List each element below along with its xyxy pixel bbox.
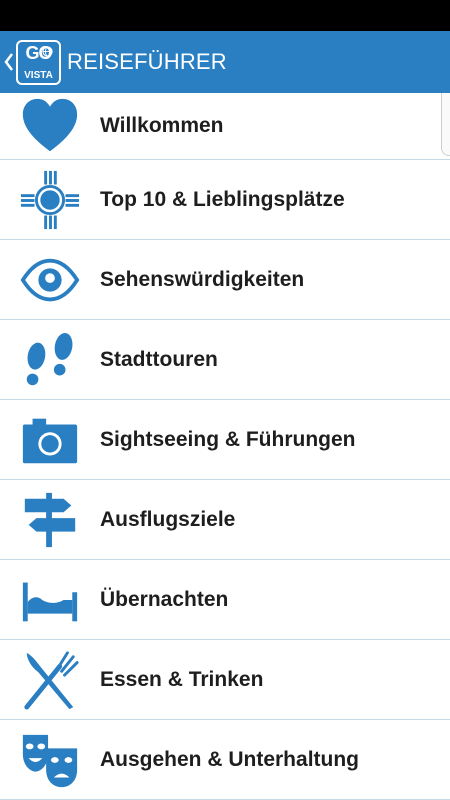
menu-item-willkommen[interactable]: Willkommen xyxy=(0,93,450,160)
back-button[interactable]: GO VISTA xyxy=(0,31,61,93)
sun-symbol-icon xyxy=(0,169,100,231)
scroll-indicator[interactable] xyxy=(441,93,450,156)
menu-item-label: Sightseeing & Führungen xyxy=(100,427,356,451)
heart-icon xyxy=(0,95,100,157)
menu-item-ausgehen[interactable]: Ausgehen & Unterhaltung xyxy=(0,720,450,800)
logo-vista-text: VISTA xyxy=(24,69,53,81)
menu-item-sehenswuerdigkeiten[interactable]: Sehenswürdigkeiten xyxy=(0,240,450,320)
camera-icon xyxy=(0,409,100,471)
globe-icon xyxy=(42,45,53,57)
menu-item-label: Stadttouren xyxy=(100,347,218,371)
theater-masks-icon xyxy=(0,729,100,791)
footprints-icon xyxy=(0,329,100,391)
bed-icon xyxy=(0,569,100,631)
menu-item-label: Sehenswürdigkeiten xyxy=(100,267,305,291)
menu-item-label: Willkommen xyxy=(100,114,224,137)
menu-item-essen-trinken[interactable]: Essen & Trinken xyxy=(0,640,450,720)
status-bar xyxy=(0,0,450,31)
menu-item-label: Ausflugsziele xyxy=(100,507,236,531)
menu-item-label: Top 10 & Lieblingsplätze xyxy=(100,187,345,211)
menu-item-top10[interactable]: Top 10 & Lieblingsplätze xyxy=(0,160,450,240)
menu-item-uebernachten[interactable]: Übernachten xyxy=(0,560,450,640)
menu-list: Willkommen Top 10 & Lieblingsplätze Sehe… xyxy=(0,93,450,800)
menu-item-ausflugsziele[interactable]: Ausflugsziele xyxy=(0,480,450,560)
menu-item-label: Übernachten xyxy=(100,587,229,611)
menu-item-label: Ausgehen & Unterhaltung xyxy=(100,747,360,771)
fork-knife-icon xyxy=(0,649,100,711)
app-bar: GO VISTA REISEFÜHRER xyxy=(0,31,450,93)
menu-item-label: Essen & Trinken xyxy=(100,667,264,691)
go-vista-logo: GO VISTA xyxy=(16,39,61,85)
signpost-icon xyxy=(0,489,100,551)
page-title: REISEFÜHRER xyxy=(67,49,227,74)
menu-item-sightseeing[interactable]: Sightseeing & Führungen xyxy=(0,400,450,480)
chevron-left-icon xyxy=(4,53,13,71)
eye-icon xyxy=(0,249,100,311)
menu-item-stadttouren[interactable]: Stadttouren xyxy=(0,320,450,400)
